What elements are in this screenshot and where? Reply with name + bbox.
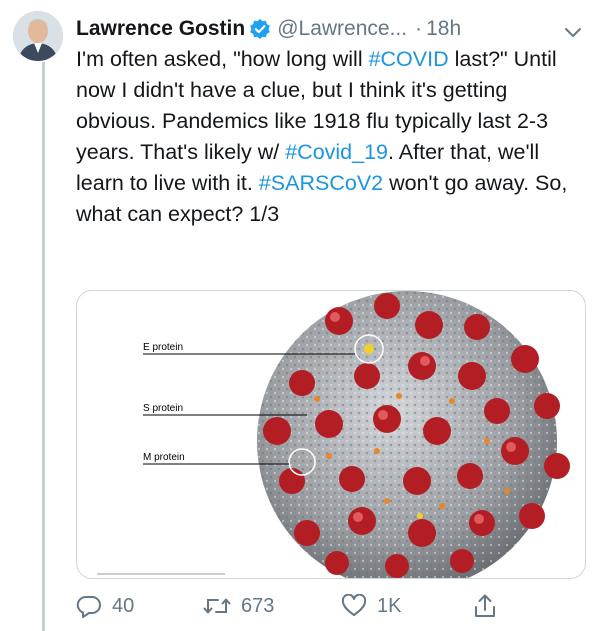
hashtag-covid[interactable]: #COVID — [369, 47, 449, 71]
avatar[interactable] — [13, 11, 63, 61]
tweet-text: I'm often asked, "how long will #COVID l… — [76, 44, 586, 230]
label-e-protein: E protein — [143, 342, 183, 353]
hashtag-covid-19[interactable]: #Covid_19 — [285, 140, 388, 164]
retweet-button[interactable]: 673 — [203, 590, 274, 622]
tweet-timestamp[interactable]: 18h — [426, 17, 461, 41]
tweet-header: Lawrence Gostin @Lawrence... · 18h — [76, 14, 588, 44]
tweet-actions: 40 673 1K — [76, 590, 546, 622]
tweet[interactable]: Lawrence Gostin @Lawrence... · 18h I'm o… — [0, 0, 600, 631]
like-count: 1K — [377, 594, 402, 617]
coronavirus-illustration: E protein S protein M protein — [97, 291, 570, 578]
author-handle[interactable]: @Lawrence... — [277, 17, 407, 41]
tweet-media-image[interactable]: E protein S protein M protein — [76, 290, 586, 579]
share-icon — [475, 594, 495, 617]
hashtag-sarscov2[interactable]: #SARSCoV2 — [259, 171, 383, 195]
tweet-text-part: I'm often asked, "how long will — [76, 47, 369, 71]
e-protein-dot — [417, 513, 423, 519]
reply-button[interactable]: 40 — [76, 590, 134, 622]
like-button[interactable]: 1K — [341, 590, 401, 622]
author-name[interactable]: Lawrence Gostin — [76, 17, 245, 41]
retweet-icon — [203, 598, 231, 614]
share-button[interactable] — [473, 590, 507, 622]
chevron-down-icon[interactable] — [564, 22, 582, 37]
retweet-count: 673 — [241, 594, 275, 617]
reply-count: 40 — [112, 594, 135, 617]
label-m-protein: M protein — [143, 452, 185, 463]
reply-icon — [76, 595, 101, 618]
label-s-protein: S protein — [143, 403, 183, 414]
like-icon — [341, 594, 367, 616]
e-protein-dot — [364, 344, 374, 354]
verified-badge-icon — [249, 18, 271, 40]
header-separator: · — [415, 17, 423, 40]
thread-line — [42, 62, 45, 631]
